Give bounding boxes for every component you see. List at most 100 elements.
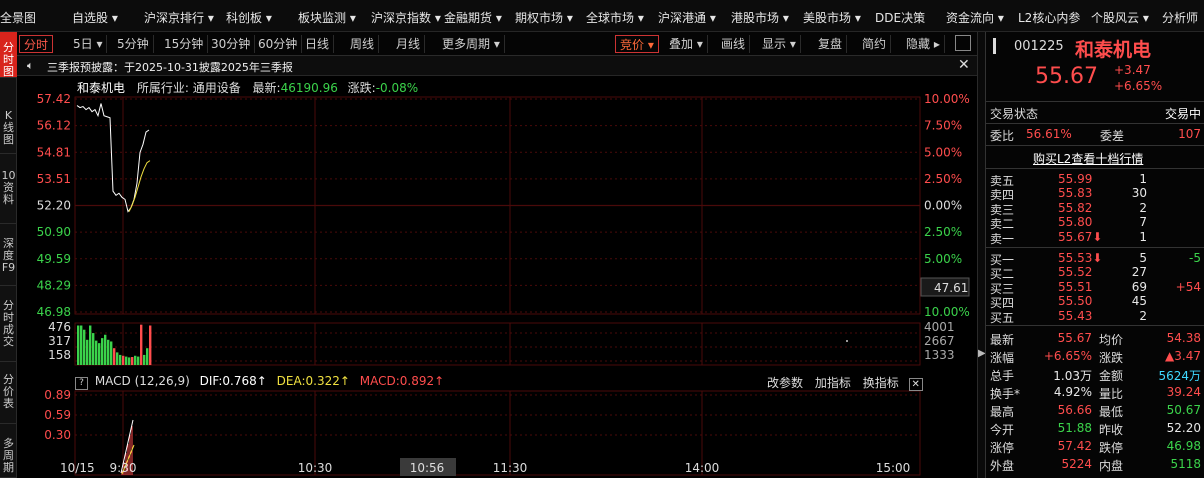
bid-row[interactable]: 买四 55.50 45	[986, 293, 1204, 310]
price-line	[76, 103, 150, 213]
close-icon[interactable]: ✕	[958, 57, 970, 73]
help-icon[interactable]: ?	[75, 377, 88, 390]
bid-row[interactable]: 买五 55.43 2	[986, 308, 1204, 325]
left-tab[interactable]: K线图	[0, 102, 17, 154]
top-menu-item[interactable]: 沪深港通 ▾	[658, 9, 716, 26]
ask-row[interactable]: 卖四 55.83 30	[986, 185, 1204, 202]
period-tab[interactable]: 30分钟	[207, 35, 256, 53]
macd-tick-label: 0.30	[44, 428, 71, 442]
stat-label: 均价	[1099, 333, 1124, 347]
period-tab[interactable]: 5日 ▾	[69, 35, 108, 53]
menu-icon[interactable]	[993, 38, 996, 54]
fullscreen-icon[interactable]	[955, 35, 971, 51]
top-menu-item[interactable]: L2核心内参	[1018, 9, 1080, 26]
level-price: 55.51	[1058, 279, 1093, 294]
toolbar-option[interactable]: 复盘	[814, 35, 848, 53]
chart-canvas[interactable]: 57.42 56.12 54.81 53.51 52.20 50.90 49.59 48.29…	[17, 77, 977, 478]
buy-l2-link[interactable]: 购买L2查看十档行情	[1033, 150, 1143, 167]
top-menu-item[interactable]: 全景图	[0, 9, 36, 26]
volume-bar	[80, 325, 83, 365]
toolbar-option[interactable]: 隐藏 ▸	[902, 35, 945, 53]
pct-tick-label: 0.00%	[924, 199, 962, 213]
period-tab[interactable]: 更多周期 ▾	[438, 35, 505, 53]
change-param-button[interactable]: 改参数	[767, 376, 803, 390]
period-tab[interactable]: 60分钟	[254, 35, 303, 53]
left-tab[interactable]: 深度F9	[0, 230, 17, 286]
price-tick-label: 50.90	[37, 225, 71, 239]
left-tab[interactable]: 分时图	[0, 32, 17, 78]
toolbar-option[interactable]: 竞价 ▾	[615, 35, 659, 53]
order-ratio-row: 委比 56.61% 委差 107	[986, 126, 1204, 143]
volume-bar	[113, 348, 116, 365]
stat-label: 最新	[990, 333, 1015, 347]
bid-row[interactable]: 买一 55.53⬇ 5 -5	[986, 250, 1204, 267]
top-menu-item[interactable]: 板块监测 ▾	[298, 9, 356, 26]
level-price: 55.82	[1058, 200, 1093, 215]
period-tab[interactable]: 15分钟	[160, 35, 209, 53]
stat-label: 外盘	[990, 459, 1015, 473]
top-menu-item[interactable]: 金融期货 ▾	[444, 9, 502, 26]
stat-value: 5118	[1170, 457, 1201, 471]
top-menu-item[interactable]: DDE决策	[875, 9, 925, 26]
stat-value: +6.65%	[1043, 349, 1092, 363]
price-tick-label: 46.98	[37, 305, 71, 319]
top-menu-item[interactable]: 自选股 ▾	[72, 9, 118, 26]
switch-indicator-button[interactable]: 换指标	[863, 376, 899, 390]
top-menu-item[interactable]: 分析师	[1162, 9, 1198, 26]
pct-tick-label: 7.50%	[924, 119, 962, 133]
top-menu-item[interactable]: 港股市场 ▾	[731, 9, 789, 26]
macd-value: MACD:0.892↑	[359, 374, 445, 388]
top-menu-item[interactable]: 个股风云 ▾	[1091, 9, 1149, 26]
pct-tick-label: 2.50%	[924, 225, 962, 239]
top-menu-item[interactable]: 资金流向 ▾	[946, 9, 1004, 26]
toolbar-option[interactable]: 简约	[858, 35, 892, 53]
stat-value: 57.42	[1057, 439, 1092, 453]
bid-row[interactable]: 买三 55.51 69 +54	[986, 279, 1204, 296]
left-tab[interactable]: 10资料	[0, 162, 17, 224]
top-menu-item[interactable]: 美股市场 ▾	[803, 9, 861, 26]
level-volume: 1	[1139, 229, 1147, 244]
stock-name: 和泰机电	[1075, 39, 1152, 61]
ask-row[interactable]: 卖五 55.99 1	[986, 171, 1204, 188]
panel-collapse-handle[interactable]: ▶	[977, 32, 986, 478]
period-tab[interactable]: 5分钟	[113, 35, 154, 53]
period-tab[interactable]: 分时	[19, 35, 54, 53]
volume-bar	[86, 339, 89, 365]
stat-value: 55.67	[1057, 331, 1092, 345]
volume-bar	[95, 340, 98, 365]
notice-bar: 🔈︎ 三季报预披露：于2025-10-31披露2025年三季报 ✕	[17, 56, 977, 76]
stat-value: 1.03万	[1053, 369, 1092, 383]
period-tab[interactable]: 周线	[346, 35, 380, 53]
top-menu-item[interactable]: 科创板 ▾	[226, 9, 272, 26]
top-menu-item[interactable]: 沪深京排行 ▾	[144, 9, 214, 26]
top-menu-item[interactable]: 全球市场 ▾	[586, 9, 644, 26]
bid-row[interactable]: 买二 55.52 27	[986, 264, 1204, 281]
toolbar-option[interactable]: 画线	[717, 35, 751, 53]
top-menu-item[interactable]: 期权市场 ▾	[515, 9, 573, 26]
level-label: 卖一	[990, 231, 1015, 246]
top-menu-bar: 全景图 自选股 ▾ 沪深京排行 ▾ 科创板 ▾ 板块监测 ▾ 沪深京指数 ▾ 金融期货 ▾ 期…	[0, 0, 1204, 32]
left-tab[interactable]: 分时成交	[0, 292, 17, 362]
ask-row[interactable]: 卖二 55.80 7	[986, 214, 1204, 231]
macd-name[interactable]: MACD (12,26,9)	[95, 374, 190, 388]
stock-code: 001225	[1014, 39, 1064, 54]
toolbar-option[interactable]: 叠加 ▾	[665, 35, 708, 53]
volume-bar	[77, 325, 80, 365]
period-tab[interactable]: 月线	[392, 35, 426, 53]
avg-price-line	[128, 160, 151, 212]
intraday-chart[interactable]: 和泰机电 所属行业: 通用设备 最新:46190.96 涨跌:-0.08% 57…	[17, 77, 977, 478]
close-indicator-icon[interactable]: ✕	[908, 378, 923, 391]
level-price: 55.50	[1058, 294, 1093, 309]
notice-text[interactable]: 三季报预披露：于2025-10-31披露2025年三季报	[47, 59, 293, 75]
volume-bar	[119, 354, 122, 365]
period-tab[interactable]: 日线	[301, 35, 335, 53]
add-indicator-button[interactable]: 加指标	[815, 376, 851, 390]
top-menu-item[interactable]: 沪深京指数 ▾	[371, 9, 441, 26]
ask-row[interactable]: 卖一 55.67⬇ 1	[986, 229, 1204, 246]
left-tab[interactable]: 分价表	[0, 366, 17, 424]
wb-label: 委比	[990, 129, 1015, 143]
volume-bar	[128, 357, 131, 365]
left-tab[interactable]: 多周期	[0, 430, 17, 478]
ask-row[interactable]: 卖三 55.82 2	[986, 200, 1204, 217]
toolbar-option[interactable]: 显示 ▾	[758, 35, 801, 53]
